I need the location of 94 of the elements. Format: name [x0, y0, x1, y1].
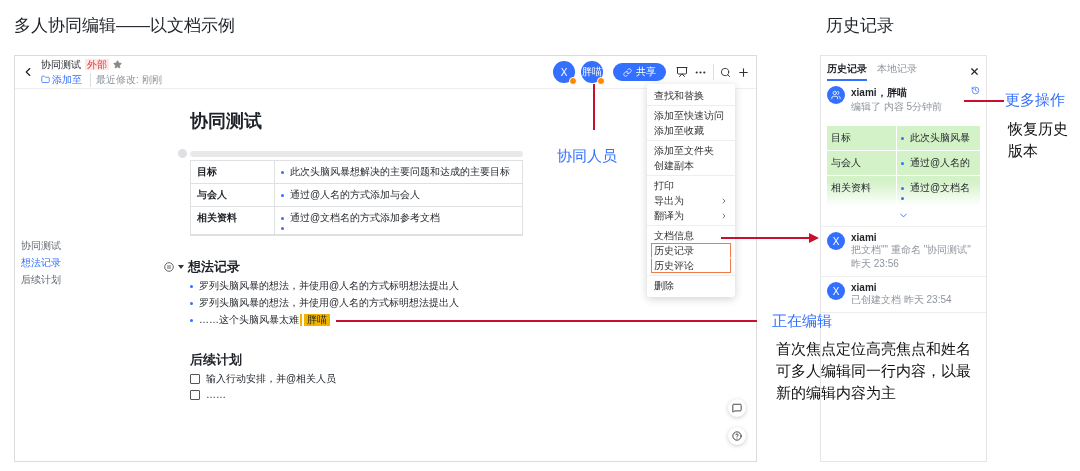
close-icon[interactable]	[969, 66, 980, 77]
table-cell: 目标	[191, 161, 275, 184]
entry-meta: 编辑了 内容 5分钟前	[851, 100, 944, 114]
checkbox[interactable]	[190, 374, 200, 384]
entry-meta: 已创建文档 昨天 23:54	[851, 293, 953, 307]
menu-item[interactable]: 添加至快速访问	[651, 108, 731, 123]
bullet-icon	[190, 301, 193, 305]
share-button[interactable]: 共享	[613, 63, 666, 81]
section-heading: 想法记录	[188, 258, 240, 276]
bullet-icon	[281, 227, 284, 230]
bullet-icon	[901, 197, 904, 200]
outline-item[interactable]: 想法记录	[21, 256, 61, 270]
bullet-icon	[281, 216, 284, 220]
menu-item[interactable]: 历史记录	[651, 243, 731, 258]
table-cell: 相关资料	[827, 176, 897, 206]
menu-item[interactable]: 导出为	[651, 193, 731, 208]
history-entry[interactable]: X xiami 已创建文档 昨天 23:54	[821, 277, 986, 313]
checkbox[interactable]	[190, 389, 200, 400]
search-icon[interactable]	[720, 66, 731, 78]
menu-item[interactable]: 文档信息	[651, 228, 731, 243]
page-heading: 多人协同编辑——以文档示例	[14, 15, 236, 37]
bullet-icon	[281, 170, 284, 174]
menu-item[interactable]: 历史评论	[651, 258, 731, 273]
bullet-text: 通过@文档名的方式添加参考文档	[290, 211, 441, 225]
history-entry[interactable]: X xiami 把文档"" 重命名 "协同测试" 昨天 23:56	[821, 227, 986, 277]
menu-item[interactable]: 添加至文件夹	[651, 143, 731, 158]
bullet-icon	[901, 161, 904, 165]
menu-item[interactable]: 打印	[651, 178, 731, 193]
restore-icon[interactable]	[971, 86, 980, 95]
link-icon	[623, 67, 632, 77]
modified-text: 最近修改: 刚刚	[90, 72, 162, 87]
menu-item[interactable]: 创建副本	[651, 158, 731, 173]
leader-line	[964, 100, 1004, 102]
group-avatar-icon	[827, 86, 845, 104]
bullet-text: 罗列头脑风暴的想法，并使用@人名的方式标明想法提出人	[199, 296, 460, 310]
task-text: 输入行动安排，并@相关人员	[206, 372, 337, 386]
user-name: xiami	[851, 282, 878, 293]
help-icon	[732, 431, 742, 441]
user-name: xiami，胖喵	[851, 86, 908, 100]
section-heading: 后续计划	[190, 351, 242, 369]
menu-item[interactable]: 翻译为	[651, 208, 731, 223]
table-cell: 与会人	[827, 151, 897, 176]
bullet-text: 通过@人名的方式添加与会人	[290, 188, 421, 202]
cursor-name-tag: 胖喵	[304, 314, 330, 326]
presentation-icon[interactable]	[676, 66, 688, 78]
menu-item[interactable]: 查找和替换	[651, 88, 731, 103]
bullet-icon	[281, 193, 284, 197]
user-avatar: X	[827, 282, 845, 300]
feedback-button[interactable]	[728, 399, 746, 417]
restore-note: 恢复历史版本	[1008, 119, 1069, 161]
menu-item[interactable]: 添加至收藏	[651, 123, 731, 138]
document-title: 协同测试	[41, 57, 81, 72]
table-cell: 相关资料	[191, 207, 275, 235]
more-actions-note: 更多操作	[1005, 90, 1065, 110]
bullet-icon	[901, 136, 904, 140]
document-heading: 协同测试	[190, 110, 263, 133]
add-to-link[interactable]: 添加至	[41, 72, 82, 87]
bullet-icon	[190, 318, 193, 322]
bullet-text: 通过@人名的	[910, 156, 971, 170]
block-handle-icon[interactable]	[164, 262, 174, 272]
editing-note: 正在编辑	[772, 311, 832, 331]
task-text: ……	[206, 389, 226, 400]
editing-description: 首次焦点定位高亮焦点和姓名可多人编辑同一行内容，以最新的编辑内容为主	[776, 339, 972, 403]
collaborator-avatar[interactable]: 胖喵	[581, 61, 603, 83]
bullet-text: 通过@文档名	[910, 181, 971, 195]
comment-icon	[732, 403, 742, 413]
star-icon[interactable]	[113, 60, 122, 69]
outline-item[interactable]: 后续计划	[21, 273, 61, 287]
leader-line	[593, 84, 595, 130]
outline-item[interactable]: 协同测试	[21, 239, 61, 253]
bullet-text: 此次头脑风暴想解决的主要问题和达成的主要目标	[290, 165, 510, 179]
panel-heading: 历史记录	[826, 15, 895, 37]
help-button[interactable]	[728, 427, 746, 445]
caret-icon[interactable]	[178, 265, 184, 269]
user-name: xiami	[851, 232, 878, 243]
bullet-icon	[901, 186, 904, 190]
table-handle-icon[interactable]	[178, 149, 187, 158]
user-avatar: X	[827, 232, 845, 250]
bullet-text: 此次头脑风暴	[910, 131, 970, 145]
table-cell: 目标	[827, 126, 897, 151]
folder-icon	[41, 75, 50, 84]
text-cursor	[300, 314, 302, 326]
bullet-text: 罗列头脑风暴的想法，并使用@人名的方式标明想法提出人	[199, 279, 460, 293]
collaborator-avatar[interactable]: X	[553, 61, 575, 83]
entry-meta: 把文档"" 重命名 "协同测试" 昨天 23:56	[851, 243, 972, 271]
menu-item[interactable]: 删除	[651, 278, 731, 293]
table-cell: 与会人	[191, 184, 275, 207]
history-entry[interactable]: xiami，胖喵 编辑了 内容 5分钟前 目标 此次头脑风暴 与会人 通过@人名的 相关资料 通过@文档名	[821, 81, 986, 227]
external-tag: 外部	[85, 59, 109, 70]
add-icon[interactable]	[737, 65, 750, 79]
collaborators-note: 协同人员	[557, 146, 617, 166]
tab[interactable]: 历史记录	[827, 62, 867, 81]
bullet-icon	[190, 284, 193, 288]
bullet-text: ……这个头脑风暴太难	[199, 313, 299, 327]
